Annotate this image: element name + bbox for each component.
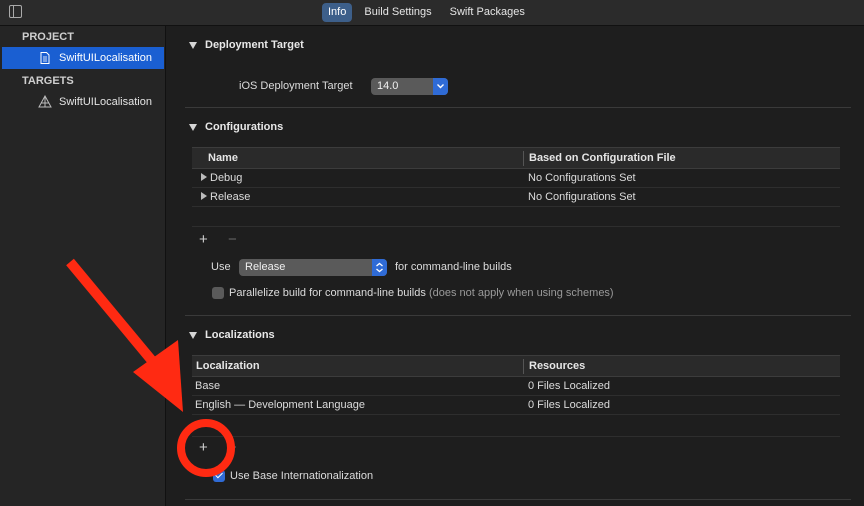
- section-divider: [185, 315, 851, 316]
- expand-triangle-icon[interactable]: [201, 192, 207, 200]
- configurations-table: Name Based on Configuration File Debug N…: [192, 147, 840, 207]
- sidebar-item-project[interactable]: SwiftUILocalisation: [2, 47, 164, 69]
- table-row[interactable]: English — Development Language 0 Files L…: [192, 396, 840, 415]
- table-row[interactable]: Release No Configurations Set: [192, 188, 840, 207]
- popup-value: Release: [245, 261, 286, 273]
- localizations-table: Localization Resources Base 0 Files Loca…: [192, 355, 840, 415]
- command-line-config-popup[interactable]: Release: [239, 259, 387, 276]
- project-info-editor: Deployment Target iOS Deployment Target …: [167, 26, 864, 506]
- table-row[interactable]: Base 0 Files Localized: [192, 377, 840, 396]
- row-localization: Base: [195, 380, 221, 392]
- ios-deployment-target-popup[interactable]: 14.0: [371, 78, 448, 95]
- section-configurations[interactable]: Configurations: [189, 121, 283, 133]
- section-divider: [185, 107, 851, 108]
- row-resources: 0 Files Localized: [528, 399, 610, 411]
- chevron-down-icon: [433, 78, 448, 95]
- parallelize-note: (does not apply when using schemes): [428, 287, 614, 299]
- sidebar-item-target[interactable]: SwiftUILocalisation: [2, 91, 164, 113]
- row-config-file: No Configurations Set: [528, 172, 636, 184]
- ios-deployment-target-label: iOS Deployment Target: [239, 80, 353, 92]
- section-title: Localizations: [205, 329, 275, 341]
- add-configuration-button[interactable]: +: [199, 232, 208, 247]
- expand-triangle-icon[interactable]: [201, 173, 207, 181]
- section-deployment-target[interactable]: Deployment Target: [189, 39, 304, 51]
- disclosure-triangle-icon[interactable]: [189, 42, 197, 49]
- remove-localization-button[interactable]: −: [228, 440, 237, 455]
- base-internationalization-checkbox[interactable]: [213, 470, 225, 482]
- sidebar-item-target-label: SwiftUILocalisation: [59, 96, 152, 108]
- column-divider: [523, 151, 524, 166]
- row-name: Debug: [201, 169, 242, 188]
- row-config-file: No Configurations Set: [528, 191, 636, 203]
- app-target-icon: [38, 95, 52, 108]
- sidebar-toggle-icon[interactable]: [9, 5, 22, 18]
- section-localizations[interactable]: Localizations: [189, 329, 275, 341]
- tab-swift-packages[interactable]: Swift Packages: [444, 3, 531, 22]
- table-row[interactable]: Debug No Configurations Set: [192, 169, 840, 188]
- column-header-config-file[interactable]: Based on Configuration File: [529, 148, 676, 170]
- column-header-resources[interactable]: Resources: [529, 356, 585, 378]
- section-title: Configurations: [205, 121, 284, 133]
- sidebar-item-project-label: SwiftUILocalisation: [59, 52, 152, 64]
- column-header-name[interactable]: Name: [208, 148, 238, 170]
- project-file-icon: [40, 52, 50, 64]
- use-suffix-label: for command-line builds: [395, 261, 512, 273]
- parallelize-label: Parallelize build for command-line build…: [229, 287, 614, 299]
- column-header-localization[interactable]: Localization: [196, 356, 260, 378]
- editor-top-bar: Info Build Settings Swift Packages: [0, 0, 864, 26]
- popup-value: 14.0: [377, 80, 399, 92]
- use-label: Use: [211, 261, 231, 273]
- table-bottom-divider: [192, 226, 840, 227]
- table-header: Name Based on Configuration File: [192, 147, 840, 169]
- section-divider: [185, 499, 851, 500]
- targets-header: TARGETS: [22, 75, 74, 87]
- project-navigator-sidebar: PROJECT SwiftUILocalisation TARGETS Swif…: [0, 26, 166, 506]
- tab-info[interactable]: Info: [322, 3, 353, 22]
- row-name: Release: [201, 188, 250, 207]
- row-localization: English — Development Language: [195, 399, 366, 411]
- editor-tabs: Info Build Settings Swift Packages: [322, 3, 531, 22]
- remove-configuration-button[interactable]: −: [228, 232, 237, 247]
- chevron-updown-icon: [372, 259, 387, 276]
- tab-build-settings[interactable]: Build Settings: [358, 3, 437, 22]
- project-header: PROJECT: [22, 31, 74, 43]
- base-internationalization-label: Use Base Internationalization: [230, 470, 374, 482]
- parallelize-checkbox[interactable]: [212, 287, 224, 299]
- disclosure-triangle-icon[interactable]: [189, 124, 197, 131]
- row-resources: 0 Files Localized: [528, 380, 610, 392]
- column-divider: [523, 359, 524, 374]
- table-header: Localization Resources: [192, 355, 840, 377]
- add-localization-button[interactable]: +: [199, 440, 208, 455]
- section-title: Deployment Target: [205, 39, 304, 51]
- table-bottom-divider: [192, 436, 840, 437]
- disclosure-triangle-icon[interactable]: [189, 332, 197, 339]
